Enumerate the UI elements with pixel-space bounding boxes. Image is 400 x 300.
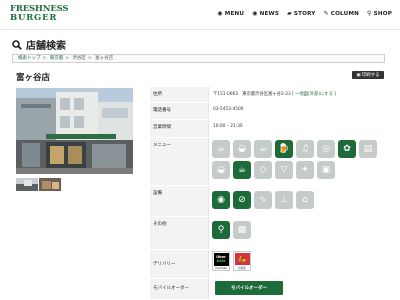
phone-label: 電話番号 [150,103,208,119]
address-value: 〒151-0063 東京都渋谷区富ヶ谷2-23 [ 一地図(外部)にする ] [208,87,386,102]
main-nav: ◉ MENU ◉ NEWS ▰ STORY ✎ COLUMN ⚲ SHOP [217,10,392,17]
facility-icon-grid: ◉ ⊘ ∿ ⊥ ⌂ [212,191,382,209]
menu-icon: ◉ [217,10,223,17]
morning-icon: ☕ [212,140,230,158]
nav-story[interactable]: ▰ STORY [287,10,315,17]
nav-shop[interactable]: ⚲ SHOP [367,10,392,17]
hours-label: 営業時間 [150,120,208,137]
store-photo [16,88,133,174]
nav-news[interactable]: ◉ NEWS [252,10,279,17]
row-hours: 営業時間 10:00 – 21:30 [150,120,386,138]
breadcrumb-link-top[interactable]: 検索トップ [18,56,41,61]
menu-label: メニュー [150,138,208,185]
wifi-icon: ◉ [212,191,230,209]
breadcrumb: 検索トップ > 東京都 > 渋谷区 > 富ヶ谷店 [12,54,385,63]
breadcrumb-current: 富ヶ谷店 [95,56,114,61]
row-delivery: デリバリー [150,250,386,279]
mobile-label: モバイルオーダー [150,279,208,299]
site-header: FRESHNESS BURGER ◉ MENU ◉ NEWS ▰ STORY ✎ COL… [0,0,400,30]
mobile-order-button[interactable]: モバイルオーダー [215,281,283,295]
kids-icon: ◎ [317,140,335,158]
nav-column[interactable]: ✎ COLUMN [324,10,359,17]
dessert-icon: ◇ [254,161,272,179]
address-label: 住所 [150,87,208,102]
sandwich-icon: ◒ [212,161,230,179]
printer-icon: ▣ [356,72,361,78]
uber-eats-logo: Uber Eats [213,253,229,266]
phone-value[interactable]: 03-5453-4500 [208,103,386,119]
search-icon [12,39,22,50]
other-label: その他 [150,217,208,249]
store-info-table: 住所 〒151-0063 東京都渋谷区富ヶ谷2-23 [ 一地図(外部)にする … [150,87,386,300]
menu-icon-grid: ☕ ◒ ☕ 🍺 ♫ ◎ ✿ ▤ ◒ ☕ ◇ ▽ ✦ ▣ [212,140,382,179]
print-button[interactable]: ▣ 印刷する [352,71,384,79]
facilities-label: 設備 [150,186,208,216]
uber-eats-badge[interactable]: Uber Eats UberEats [212,251,230,271]
salad-icon: ✿ [338,140,356,158]
row-phone: 電話番号 03-5453-4500 [150,103,386,120]
demaekan-logo: 🛵 [234,253,250,265]
news-icon: ◉ [252,10,258,17]
nav-menu[interactable]: ◉ MENU [217,10,244,17]
breadcrumb-link-tokyo[interactable]: 東京都 [50,56,64,61]
coupon-icon: ▣ [317,161,335,179]
breadcrumb-link-shibuya[interactable]: 渋谷区 [72,56,86,61]
coffee-cup-icon: ☕ [233,161,251,179]
smoking-icon: ∿ [254,191,272,209]
brand-logo[interactable]: FRESHNESS BURGER [10,5,68,23]
parking-icon: ▦ [233,221,251,239]
shop-pin-icon: ⚲ [367,10,372,17]
card-icon: ▤ [359,140,377,158]
no-smoking-icon: ⊘ [233,191,251,209]
delivery-services: Uber Eats UberEats 🛵 出前館 [212,251,251,271]
thumbnail-1[interactable] [16,177,38,191]
softcream-icon: ▽ [275,161,293,179]
beer-icon: 🍺 [275,140,293,158]
veggie-icon: ✦ [296,161,314,179]
delivery-label: デリバリー [150,250,208,278]
story-icon: ▰ [287,10,292,17]
hours-value: 10:00 – 21:30 [208,120,386,137]
alcohol-icon: ♫ [296,140,314,158]
map-link[interactable]: [ 一地図(外部)にする ] [292,92,336,97]
column-icon: ✎ [323,10,329,17]
row-address: 住所 〒151-0063 東京都渋谷区富ヶ谷2-23 [ 一地図(外部)にする … [150,87,386,103]
terrace-icon: ⌂ [296,191,314,209]
photo-thumbnails [16,177,61,191]
power-outlet-icon: ⊥ [275,191,293,209]
takeout-icon: ☕ [254,140,272,158]
recruit-icon: ⚲ [212,221,230,239]
store-name: 富ヶ谷店 [16,73,51,83]
burger-icon: ◒ [233,140,251,158]
page-title: 店舗検索 [12,37,66,52]
demaekan-badge[interactable]: 🛵 出前館 [233,251,251,271]
thumbnail-2[interactable] [39,177,61,191]
other-icon-grid: ⚲ ▦ [212,221,382,239]
